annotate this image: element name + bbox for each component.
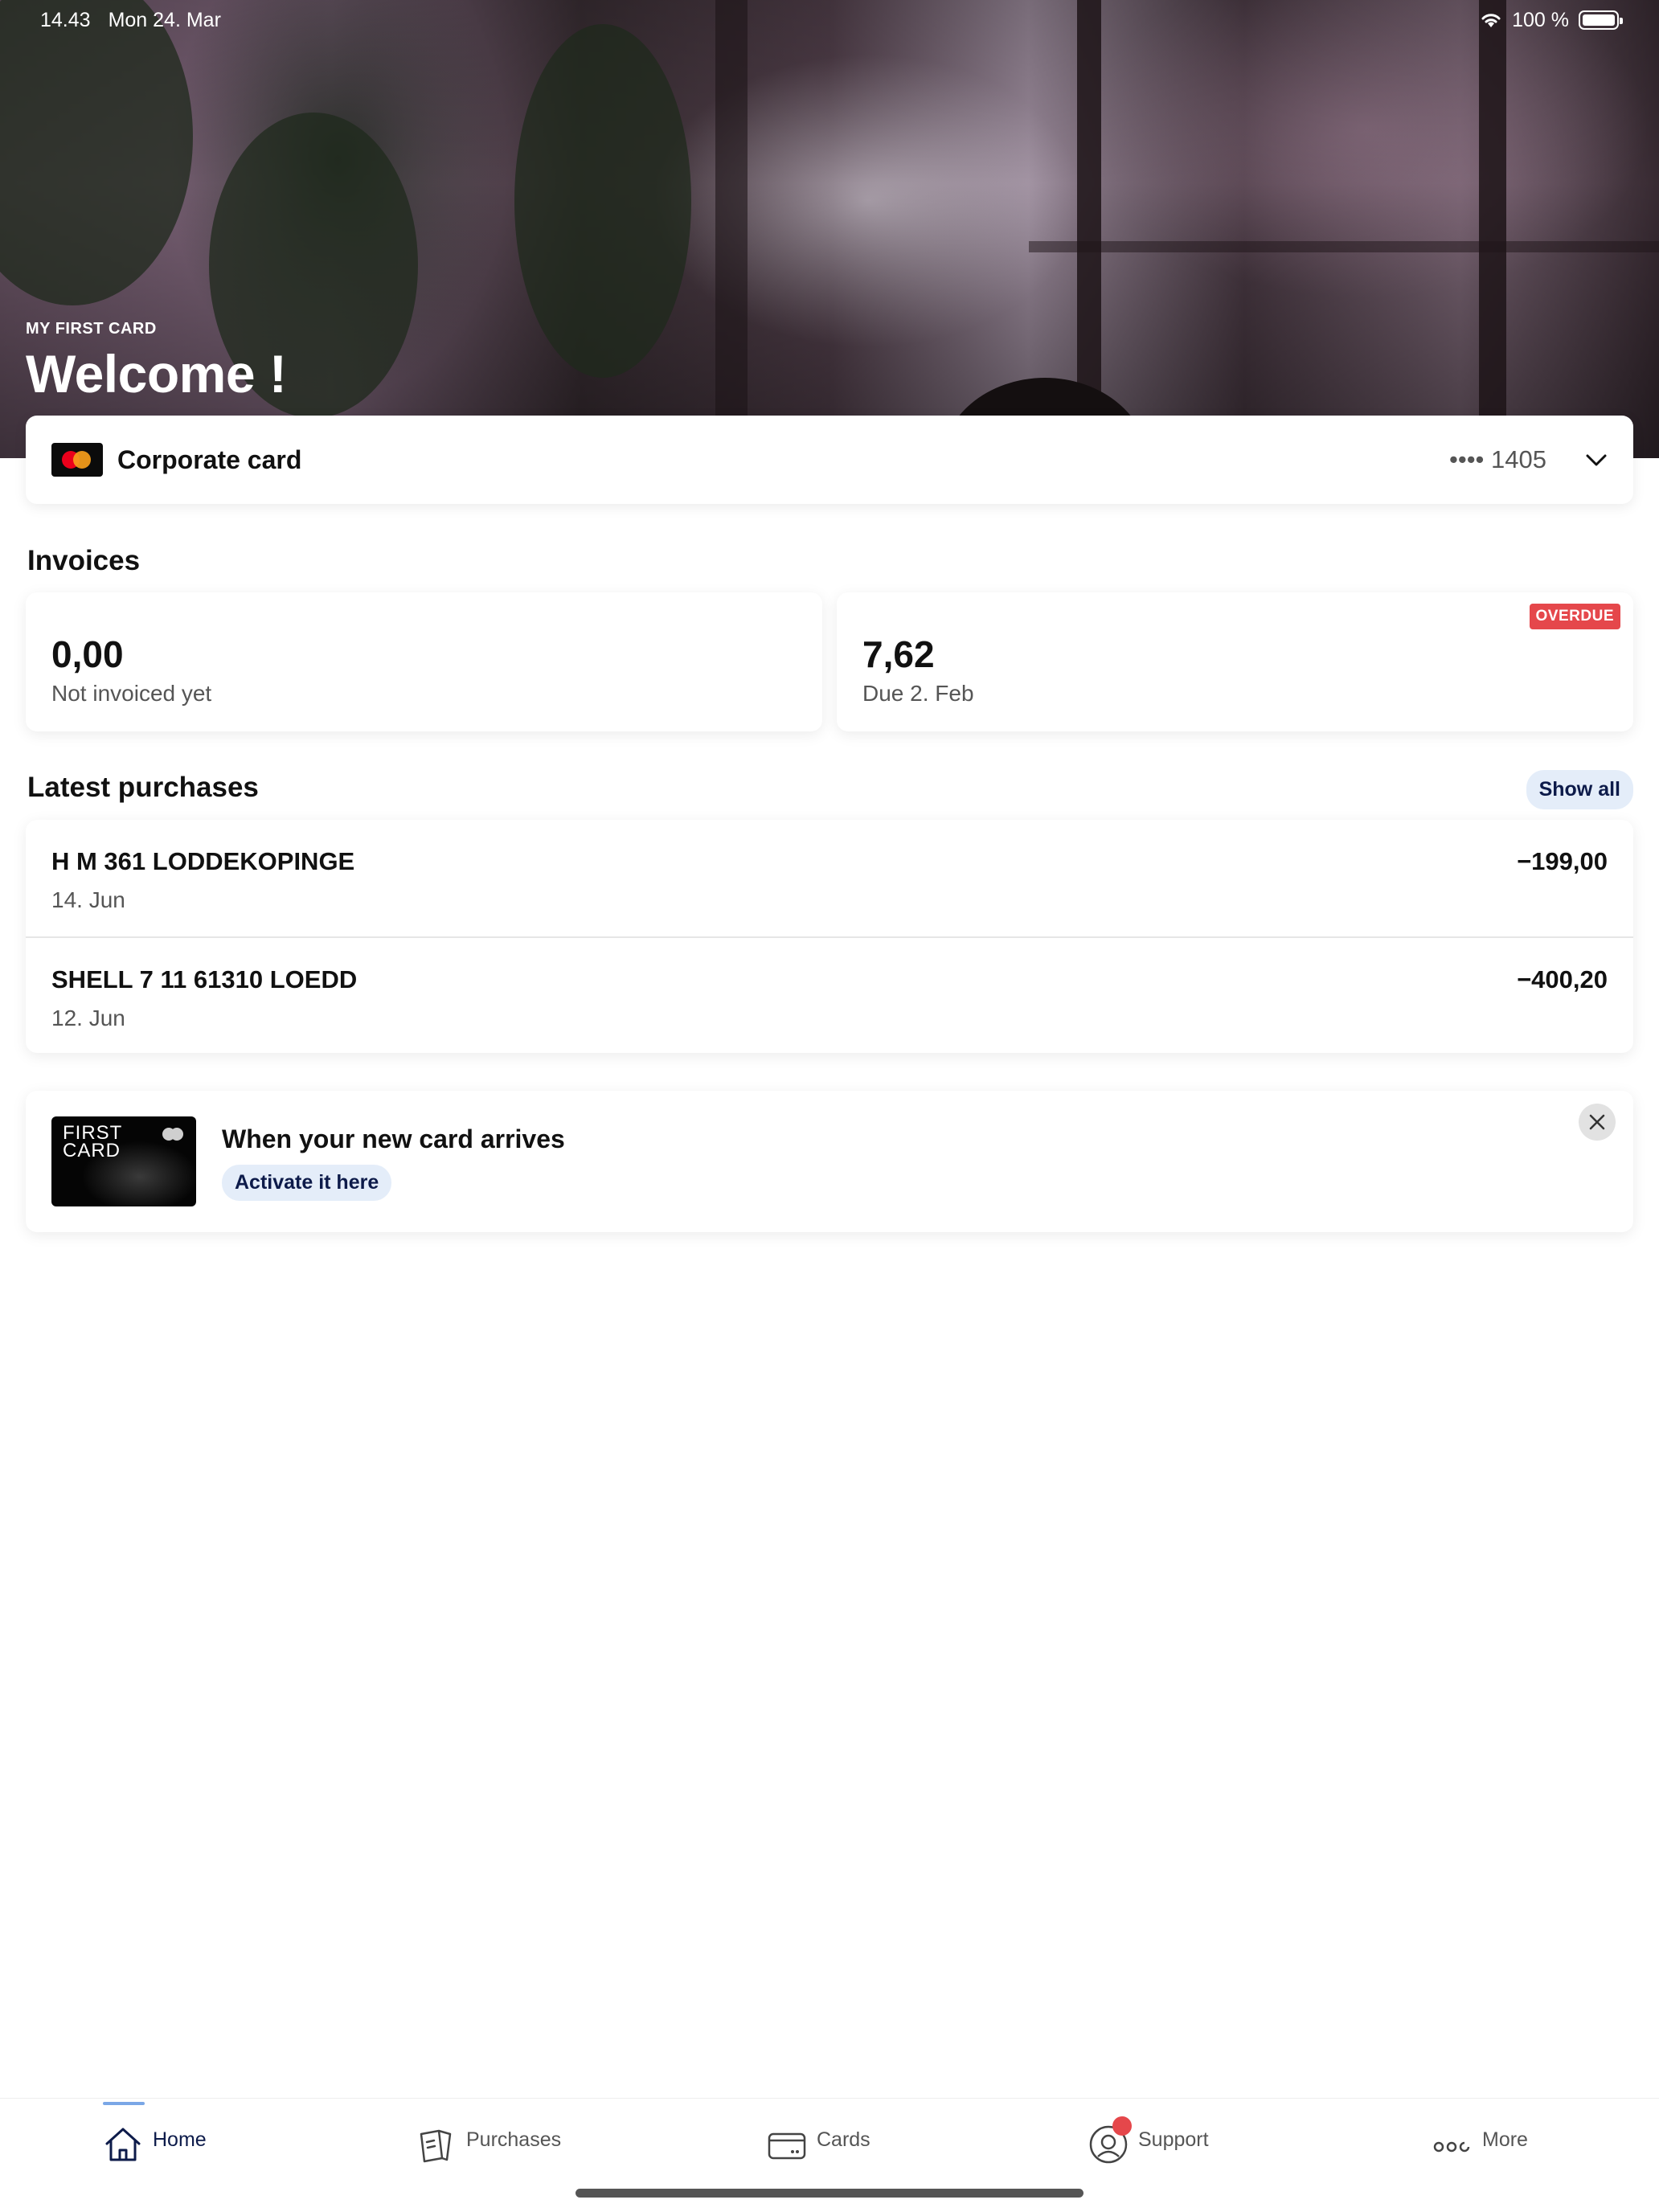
wifi-icon — [1481, 14, 1501, 27]
hero-image-detail — [715, 0, 748, 458]
tab-support[interactable]: Support — [1087, 2116, 1209, 2166]
purchase-merchant: H M 361 LODDEKOPINGE — [51, 847, 355, 875]
battery-icon — [1579, 10, 1623, 30]
invoice-card-overdue[interactable]: OVERDUE 7,62 Due 2. Feb — [837, 592, 1633, 731]
home-indicator[interactable] — [576, 2189, 1083, 2198]
invoice-card-uninvoiced[interactable]: 0,00 Not invoiced yet — [26, 592, 822, 731]
activate-card-button[interactable]: Activate it here — [222, 1165, 392, 1201]
card-name: Corporate card — [117, 444, 302, 474]
show-all-button[interactable]: Show all — [1526, 770, 1633, 809]
notification-badge — [1112, 2116, 1132, 2136]
promo-title: When your new card arrives — [222, 1124, 565, 1153]
tab-more[interactable]: More — [1431, 2123, 1528, 2166]
invoice-subtitle: Due 2. Feb — [862, 681, 974, 706]
tab-label: Purchases — [466, 2128, 562, 2151]
activate-card-banner: FIRST CARD When your new card arrives Ac… — [26, 1091, 1633, 1232]
tab-purchases[interactable]: Purchases — [415, 2123, 561, 2166]
close-button[interactable] — [1579, 1104, 1616, 1141]
purchases-title: Latest purchases — [27, 772, 259, 803]
support-icon — [1087, 2116, 1132, 2166]
tab-label: Cards — [817, 2128, 870, 2151]
tab-cards[interactable]: Cards — [765, 2123, 870, 2166]
page-title: Welcome ! — [26, 344, 287, 403]
invoice-amount: 7,62 — [862, 633, 935, 675]
invoices-title: Invoices — [27, 545, 141, 576]
hero-kicker: MY FIRST CARD — [26, 320, 157, 338]
hero-image-detail — [1479, 0, 1506, 458]
hero-image-detail — [1029, 241, 1659, 252]
purchases-list: H M 361 LODDEKOPINGE 14. Jun −199,00 SHE… — [26, 820, 1633, 1053]
card-number: •••• 1405 — [1449, 445, 1546, 473]
hero-image-detail — [514, 24, 691, 378]
card-logo-icon — [162, 1128, 185, 1141]
purchase-merchant: SHELL 7 11 61310 LOEDD — [51, 965, 358, 993]
purchase-row[interactable]: SHELL 7 11 61310 LOEDD 12. Jun −400,20 — [26, 938, 1633, 1053]
tab-label: More — [1482, 2128, 1528, 2151]
purchase-row[interactable]: H M 361 LODDEKOPINGE 14. Jun −199,00 — [26, 820, 1633, 938]
tab-label: Support — [1138, 2128, 1209, 2151]
hero-image-detail — [0, 0, 193, 305]
purchase-amount: −400,20 — [1517, 965, 1608, 993]
status-bar: 14.43 Mon 24. Mar 100 % — [0, 0, 1659, 40]
more-icon — [1433, 2141, 1470, 2153]
hero-text: MY FIRST CARD Welcome ! — [26, 320, 287, 404]
purchase-date: 12. Jun — [51, 1006, 125, 1030]
close-icon — [1589, 1114, 1605, 1130]
card-selector[interactable]: Corporate card •••• 1405 — [26, 416, 1633, 504]
invoice-amount: 0,00 — [51, 633, 124, 675]
home-icon — [105, 2128, 141, 2161]
chevron-down-icon[interactable] — [1585, 449, 1608, 471]
mastercard-icon — [51, 443, 103, 477]
overdue-badge: OVERDUE — [1529, 604, 1620, 629]
status-date: Mon 24. Mar — [108, 8, 221, 31]
receipt-icon — [420, 2129, 452, 2163]
invoice-subtitle: Not invoiced yet — [51, 681, 212, 706]
status-time: 14.43 — [40, 8, 91, 31]
card-image: FIRST CARD — [51, 1116, 196, 1206]
card-icon — [768, 2132, 806, 2160]
tab-label: Home — [153, 2128, 207, 2151]
battery-percent: 100 % — [1512, 8, 1569, 31]
card-brand-text: FIRST CARD — [63, 1122, 123, 1161]
purchase-amount: −199,00 — [1517, 847, 1608, 875]
active-tab-indicator — [103, 2102, 145, 2105]
tab-home[interactable]: Home — [101, 2123, 207, 2166]
purchase-date: 14. Jun — [51, 887, 125, 912]
